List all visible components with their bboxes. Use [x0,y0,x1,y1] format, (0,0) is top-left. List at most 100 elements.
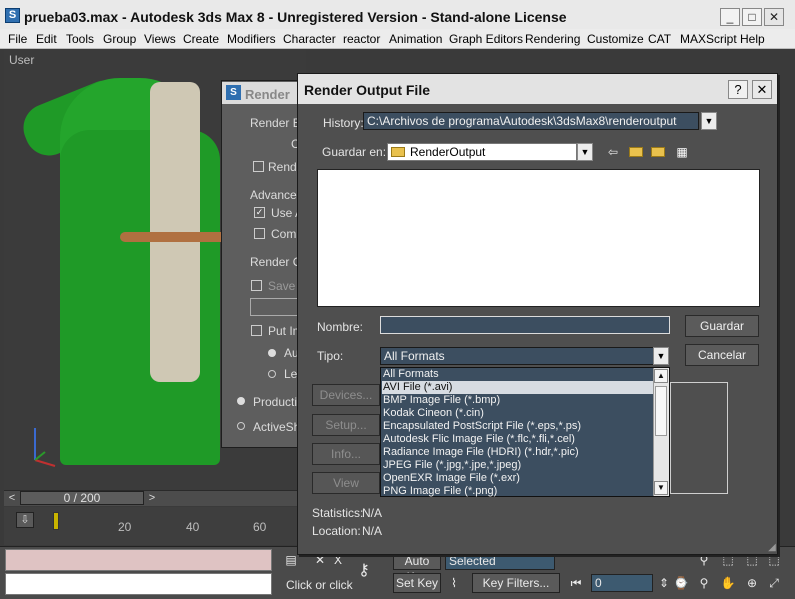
save-button[interactable]: Guardar [685,315,759,337]
current-frame-field[interactable]: 0 [591,574,653,592]
statistics-label: Statistics: [312,506,364,520]
devices-button[interactable]: Devices... [312,384,380,406]
open-mini-curve-editor-icon[interactable]: ⇩ [16,512,34,528]
default-tangents-icon[interactable]: ⌇ [446,575,462,591]
zoom-icon[interactable]: ⚲ [696,575,712,591]
minimize-button[interactable]: _ [720,8,740,26]
file-type-dropdown[interactable]: All Formats [380,347,654,365]
list-item[interactable]: JPEG File (*.jpg,*.jpe,*.jpeg) [382,459,521,472]
scroll-down-icon[interactable]: ▼ [654,481,668,495]
set-key-button[interactable]: Set Key [393,573,441,593]
cancel-button[interactable]: Cancelar [685,344,759,366]
list-item-selected[interactable]: AVI File (*.avi) [382,381,653,394]
menu-customize[interactable]: Customize [587,32,644,46]
frame-spinner-icon[interactable]: ⇕ [656,575,672,591]
history-dropdown[interactable]: C:\Archivos de programa\Autodesk\3dsMax8… [363,112,699,130]
menu-character[interactable]: Character [283,32,336,46]
close-button[interactable]: ✕ [764,8,784,26]
setup-button[interactable]: Setup... [312,414,380,436]
menu-animation[interactable]: Animation [389,32,442,46]
list-item[interactable]: Radiance Image File (HDRI) (*.hdr,*.pic) [382,446,579,459]
menu-create[interactable]: Create [183,32,219,46]
save-file-label: Save [268,279,296,293]
tab-render-elements[interactable]: Render E [250,116,301,130]
list-item[interactable]: Encapsulated PostScript File (*.eps,*.ps… [382,420,581,433]
menu-tools[interactable]: Tools [66,32,94,46]
menu-file[interactable]: File [8,32,27,46]
list-item[interactable]: All Formats [382,368,439,381]
goto-start-icon[interactable]: ⏮ [568,575,584,591]
menu-edit[interactable]: Edit [36,32,57,46]
pan-view-icon[interactable]: ✋ [720,575,736,591]
history-label: History: [323,116,364,130]
file-list[interactable] [317,169,760,307]
history-dropdown-arrow[interactable]: ▼ [701,112,717,130]
scroll-thumb[interactable] [655,386,667,436]
ruler-tick: 40 [186,520,200,534]
file-name-input[interactable] [380,316,670,334]
activeshade-radio[interactable] [237,422,245,430]
save-file-checkbox[interactable] [251,280,262,291]
type-label: Tipo: [317,349,344,363]
output-path-field[interactable] [250,298,300,316]
menu-reactor[interactable]: reactor [343,32,380,46]
view-menu-icon[interactable]: ▦ [674,144,690,160]
advanced-group-label: Advance [250,188,297,202]
production-radio[interactable] [237,397,245,405]
dialog-close-button[interactable]: ✕ [752,80,772,99]
maximize-button[interactable]: □ [742,8,762,26]
help-button[interactable]: ? [728,80,748,99]
list-item[interactable]: BMP Image File (*.bmp) [382,394,500,407]
prev-frame-button[interactable]: < [5,491,19,505]
key-mode-icon[interactable]: ⚷ [356,563,372,579]
image-info-group [670,382,728,494]
menu-rendering[interactable]: Rendering [525,32,580,46]
list-item[interactable]: PNG Image File (*.png) [382,485,497,498]
info-button[interactable]: Info... [312,443,380,465]
use-advanced-checkbox[interactable]: ✓ [254,207,265,218]
list-item[interactable]: Autodesk Flic Image File (*.flc,*.fli,*.… [382,433,575,446]
menu-cat[interactable]: CAT [648,32,671,46]
ruler-tick: 20 [118,520,132,534]
menu-group[interactable]: Group [103,32,136,46]
time-slider[interactable]: 0 / 200 [20,491,144,505]
scroll-up-icon[interactable]: ▲ [654,369,668,383]
3ds-max-icon: S [226,85,241,100]
maxscript-listener-input[interactable] [5,573,272,595]
folder-icon [391,147,405,157]
axis-gizmo-icon [34,428,56,467]
back-arrow-icon[interactable]: ⇦ [605,144,621,160]
next-frame-button[interactable]: > [145,491,159,505]
location-value: N/A [362,524,383,538]
menu-maxscript[interactable]: MAXScript [680,32,737,46]
menu-views[interactable]: Views [144,32,176,46]
save-in-dropdown[interactable]: RenderOutput [387,143,577,161]
auto-radio[interactable] [268,349,276,357]
render-checkbox[interactable] [253,161,264,172]
view-button[interactable]: View [312,472,380,494]
menu-graph-editors[interactable]: Graph Editors [449,32,523,46]
maxscript-listener-output[interactable] [5,549,272,571]
compute-checkbox[interactable] [254,228,265,239]
current-frame-marker[interactable] [53,512,59,530]
up-folder-icon[interactable] [629,147,643,157]
resize-grip-icon[interactable]: ◢ [764,540,780,556]
time-configuration-icon[interactable]: ⌚ [673,575,689,591]
menu-modifiers[interactable]: Modifiers [227,32,276,46]
menu-help[interactable]: Help [740,32,765,46]
list-item[interactable]: OpenEXR Image File (*.exr) [382,472,520,485]
status-prompt: Click or click [286,578,353,592]
render-output-group-label: Render O [250,255,303,269]
save-in-dropdown-arrow[interactable]: ▼ [577,143,593,161]
key-filters-button[interactable]: Key Filters... [472,573,560,593]
file-type-dropdown-arrow[interactable]: ▼ [653,347,669,365]
level-radio[interactable] [268,370,276,378]
viewport-label[interactable]: User [9,53,34,67]
put-image-checkbox[interactable] [251,325,262,336]
new-folder-icon[interactable] [651,147,665,157]
maximize-viewport-icon[interactable]: ⤢ [766,575,782,591]
orbit-icon[interactable]: ⊕ [744,575,760,591]
list-item[interactable]: Kodak Cineon (*.cin) [382,407,484,420]
level-radio-label: Le [284,367,298,381]
name-label: Nombre: [317,320,364,334]
